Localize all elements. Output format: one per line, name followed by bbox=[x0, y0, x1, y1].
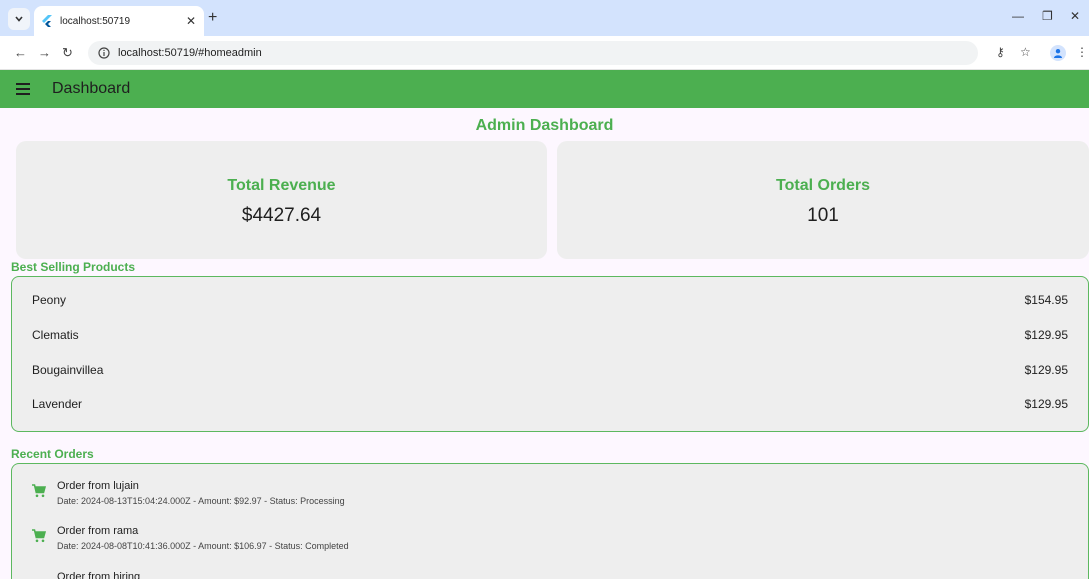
product-row: Lavender $129.95 bbox=[32, 397, 1068, 413]
app-bar: Dashboard bbox=[0, 70, 1089, 108]
total-revenue-label: Total Revenue bbox=[227, 177, 336, 194]
product-name: Lavender bbox=[32, 397, 83, 411]
minimize-icon[interactable]: — bbox=[1012, 9, 1024, 23]
recent-orders-title: Recent Orders bbox=[11, 447, 94, 461]
product-row: Bougainvillea $129.95 bbox=[32, 363, 1068, 379]
profile-avatar[interactable] bbox=[1050, 45, 1066, 61]
order-title: Order from rama bbox=[57, 525, 139, 537]
tab-title: localhost:50719 bbox=[60, 15, 131, 27]
total-orders-value: 101 bbox=[807, 205, 839, 226]
tab-close-icon[interactable]: ✕ bbox=[186, 14, 196, 28]
product-price: $129.95 bbox=[1024, 397, 1068, 411]
product-name: Peony bbox=[32, 293, 67, 307]
shopping-cart-icon bbox=[32, 484, 46, 498]
browser-menu-icon[interactable]: ⋮ bbox=[1076, 45, 1088, 59]
app-bar-title: Dashboard bbox=[52, 80, 131, 97]
tab-search-button[interactable] bbox=[8, 8, 30, 30]
browser-tab[interactable]: localhost:50719 ✕ bbox=[34, 6, 204, 36]
password-key-icon[interactable]: ⚷ bbox=[996, 45, 1005, 59]
flutter-favicon-icon bbox=[42, 15, 52, 27]
order-details: Date: 2024-08-08T10:41:36.000Z - Amount:… bbox=[57, 541, 349, 551]
menu-icon[interactable] bbox=[16, 83, 30, 95]
window-close-icon[interactable]: ✕ bbox=[1070, 9, 1080, 23]
person-icon bbox=[1054, 49, 1062, 58]
product-name: Clematis bbox=[32, 328, 79, 342]
order-title: Order from hiring bbox=[57, 571, 141, 579]
recent-orders-panel: Order from lujain Date: 2024-08-13T15:04… bbox=[11, 463, 1089, 579]
new-tab-button[interactable]: + bbox=[208, 9, 217, 27]
product-row: Peony $154.95 bbox=[32, 293, 1068, 309]
product-price: $129.95 bbox=[1024, 328, 1068, 342]
page-title: Admin Dashboard bbox=[475, 117, 614, 134]
total-orders-label: Total Orders bbox=[776, 177, 870, 194]
browser-tab-strip: localhost:50719 ✕ + — ❐ ✕ bbox=[0, 0, 1089, 36]
best-selling-panel: Peony $154.95 Clematis $129.95 Bougainvi… bbox=[11, 276, 1089, 432]
forward-arrow-icon[interactable]: → bbox=[38, 45, 51, 60]
total-orders-card: Total Orders 101 bbox=[557, 141, 1089, 259]
chevron-down-icon bbox=[15, 16, 23, 22]
address-bar[interactable]: localhost:50719/#homeadmin bbox=[88, 41, 978, 65]
order-details: Date: 2024-08-13T15:04:24.000Z - Amount:… bbox=[57, 496, 345, 506]
product-row: Clematis $129.95 bbox=[32, 328, 1068, 344]
bookmark-star-icon[interactable]: ☆ bbox=[1020, 45, 1031, 59]
best-selling-title: Best Selling Products bbox=[11, 260, 136, 274]
back-arrow-icon[interactable]: ← bbox=[14, 45, 27, 60]
reload-icon[interactable]: ↻ bbox=[62, 45, 73, 61]
shopping-cart-icon bbox=[32, 529, 46, 543]
restore-icon[interactable]: ❐ bbox=[1042, 9, 1053, 23]
product-price: $129.95 bbox=[1024, 363, 1068, 377]
total-revenue-card: Total Revenue $4427.64 bbox=[16, 141, 547, 259]
product-name: Bougainvillea bbox=[32, 363, 104, 377]
order-title: Order from lujain bbox=[57, 480, 139, 492]
product-price: $154.95 bbox=[1024, 293, 1068, 307]
total-revenue-value: $4427.64 bbox=[241, 205, 322, 226]
url-text: localhost:50719/#homeadmin bbox=[118, 47, 262, 59]
browser-toolbar: ← → ↻ localhost:50719/#homeadmin ⚷ ☆ ⋮ bbox=[0, 36, 1089, 70]
info-icon bbox=[98, 47, 110, 59]
